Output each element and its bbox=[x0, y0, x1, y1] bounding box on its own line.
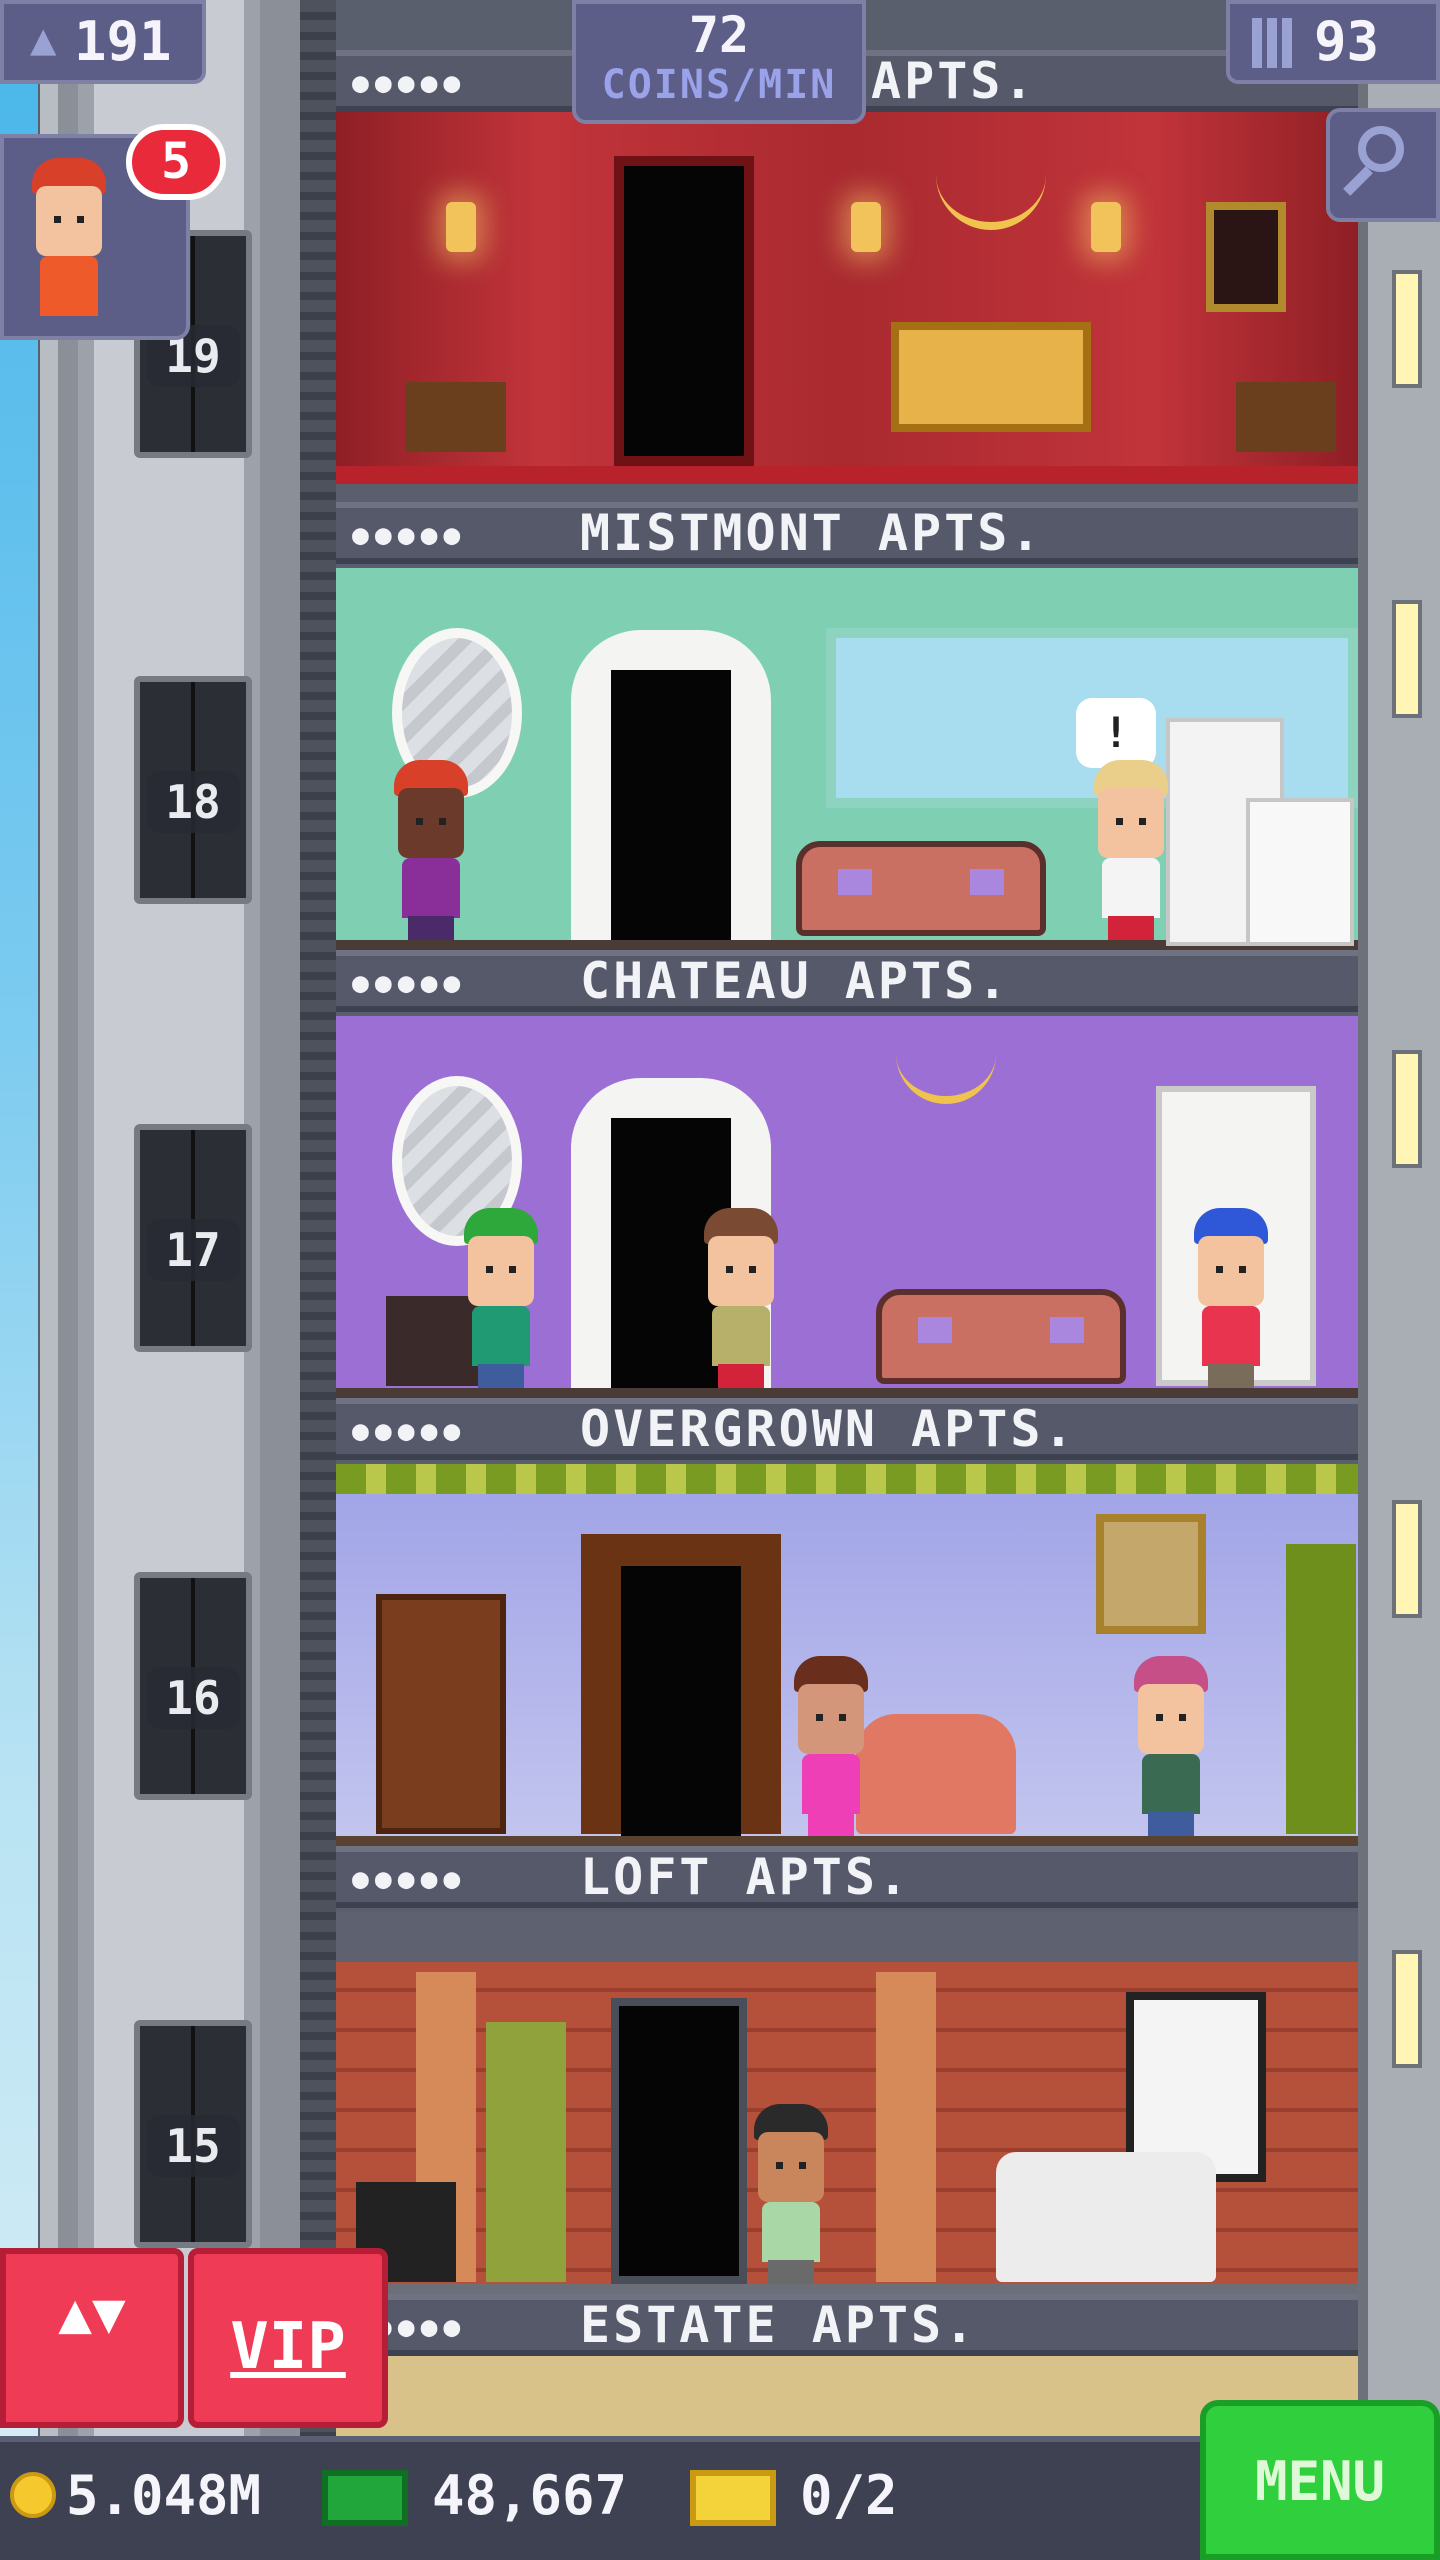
resident-person[interactable] bbox=[1126, 1656, 1216, 1836]
stove bbox=[1246, 798, 1354, 946]
vip-button[interactable]: VIP bbox=[188, 2248, 388, 2428]
bookshelf bbox=[376, 1594, 506, 1834]
notification-badge: 5 bbox=[126, 124, 226, 200]
resident-icons: ●●●●● bbox=[352, 1414, 467, 1447]
magnifier-handle bbox=[1343, 166, 1373, 196]
resident-person[interactable] bbox=[1186, 1208, 1276, 1388]
floor-name: APTS. bbox=[871, 52, 1037, 110]
menu-button[interactable]: MENU bbox=[1200, 2400, 1440, 2560]
floor-name: ESTATE APTS. bbox=[580, 2296, 978, 2354]
coins-rate-panel[interactable]: 72 COINS/MIN bbox=[572, 0, 866, 124]
resident-person[interactable] bbox=[456, 1208, 546, 1388]
sofa bbox=[856, 1714, 1016, 1834]
resident-icons: ●●●●● bbox=[352, 966, 467, 999]
room-floor-16[interactable] bbox=[336, 1464, 1358, 1854]
resident-person[interactable] bbox=[1086, 760, 1176, 940]
coins-value: 5.048M bbox=[66, 2464, 262, 2527]
sofa bbox=[876, 1289, 1126, 1384]
tickets-value: 0/2 bbox=[800, 2464, 898, 2527]
resident-icons: ●●●●● bbox=[352, 66, 467, 99]
person-icon: ▲ bbox=[30, 14, 57, 65]
plant bbox=[486, 2022, 566, 2282]
coins-rate-label: COINS/MIN bbox=[601, 62, 837, 108]
chandelier bbox=[936, 142, 1046, 230]
room-floor-17[interactable] bbox=[336, 1016, 1358, 1406]
sofa bbox=[796, 841, 1046, 936]
resident-person[interactable] bbox=[696, 1208, 786, 1388]
wall-lamp bbox=[446, 202, 476, 252]
floor-number-17: 17 bbox=[146, 1219, 240, 1281]
room-floor-18[interactable]: ! bbox=[336, 568, 1358, 958]
floor-label-estate[interactable]: ●●●●● ESTATE APTS. bbox=[336, 2294, 1358, 2356]
floor-label-15[interactable]: ●●●●● LOFT APTS. bbox=[336, 1846, 1358, 1908]
wall-window bbox=[1392, 270, 1422, 388]
resident-icons: ●●●●● bbox=[352, 1862, 467, 1895]
floor-label-18[interactable]: ●●●●● MISTMONT APTS. bbox=[336, 502, 1358, 564]
nightstand bbox=[406, 382, 506, 452]
floor-name: CHATEAU APTS. bbox=[580, 952, 1011, 1010]
plant bbox=[1286, 1544, 1356, 1834]
nightstand bbox=[1236, 382, 1336, 452]
chandelier bbox=[896, 1046, 996, 1104]
vines bbox=[336, 1464, 1358, 1494]
column bbox=[876, 1972, 936, 2282]
resident-person[interactable] bbox=[786, 1656, 876, 1836]
room-door bbox=[611, 1998, 747, 2284]
floor-number-16: 16 bbox=[146, 1667, 240, 1729]
floor-number-15: 15 bbox=[146, 2115, 240, 2177]
wall-painting bbox=[1206, 202, 1286, 312]
resident-icons: ●●●●● bbox=[352, 518, 467, 551]
resident-person[interactable] bbox=[746, 2104, 836, 2284]
wall-window bbox=[1392, 600, 1422, 718]
population-counter[interactable]: ▲ 191 bbox=[0, 0, 206, 84]
wall-painting bbox=[1096, 1514, 1206, 1634]
zoom-button[interactable] bbox=[1326, 108, 1440, 222]
golden-ticket-icon bbox=[690, 2470, 776, 2526]
room-door bbox=[611, 670, 731, 940]
menu-label: MENU bbox=[1254, 2450, 1386, 2513]
bux-value: 48,667 bbox=[432, 2464, 628, 2527]
vip-label: VIP bbox=[230, 2310, 346, 2384]
room-door bbox=[614, 156, 754, 466]
wall-lamp bbox=[851, 202, 881, 252]
floor-name: OVERGROWN APTS. bbox=[580, 1400, 1077, 1458]
tower-bux-icon bbox=[322, 2470, 408, 2526]
floor-count-value: 93 bbox=[1314, 10, 1380, 73]
speech-bubble[interactable]: ! bbox=[1076, 698, 1156, 768]
coins-rate-value: 72 bbox=[688, 6, 750, 64]
bed bbox=[891, 322, 1091, 432]
resident-person[interactable] bbox=[386, 760, 476, 940]
sofa bbox=[996, 2152, 1216, 2282]
room-door bbox=[621, 1566, 741, 1836]
room-floor-15[interactable] bbox=[336, 1912, 1358, 2302]
floor-count-panel[interactable]: 93 bbox=[1226, 0, 1440, 84]
coin-icon bbox=[10, 2472, 56, 2518]
floor-label-17[interactable]: ●●●●● CHATEAU APTS. bbox=[336, 950, 1358, 1012]
building-icon bbox=[1252, 18, 1292, 68]
wall-window bbox=[1392, 1050, 1422, 1168]
floor-name: LOFT APTS. bbox=[580, 1848, 912, 1906]
floor-name: MISTMONT APTS. bbox=[580, 504, 1044, 562]
floor-label-16[interactable]: ●●●●● OVERGROWN APTS. bbox=[336, 1398, 1358, 1460]
population-value: 191 bbox=[74, 10, 172, 73]
elevator-button[interactable]: ▲▼ bbox=[0, 2248, 184, 2428]
ceiling-beams bbox=[336, 1912, 1358, 1962]
room-floor-19[interactable] bbox=[336, 112, 1358, 484]
wall-window bbox=[1392, 1950, 1422, 2068]
wall-lamp bbox=[1091, 202, 1121, 252]
floor-number-18: 18 bbox=[146, 771, 240, 833]
visitor-avatar bbox=[24, 158, 114, 318]
wall-window bbox=[1392, 1500, 1422, 1618]
elevator-rail bbox=[300, 0, 336, 2560]
elevator-arrows-icon: ▲▼ bbox=[58, 2281, 126, 2346]
